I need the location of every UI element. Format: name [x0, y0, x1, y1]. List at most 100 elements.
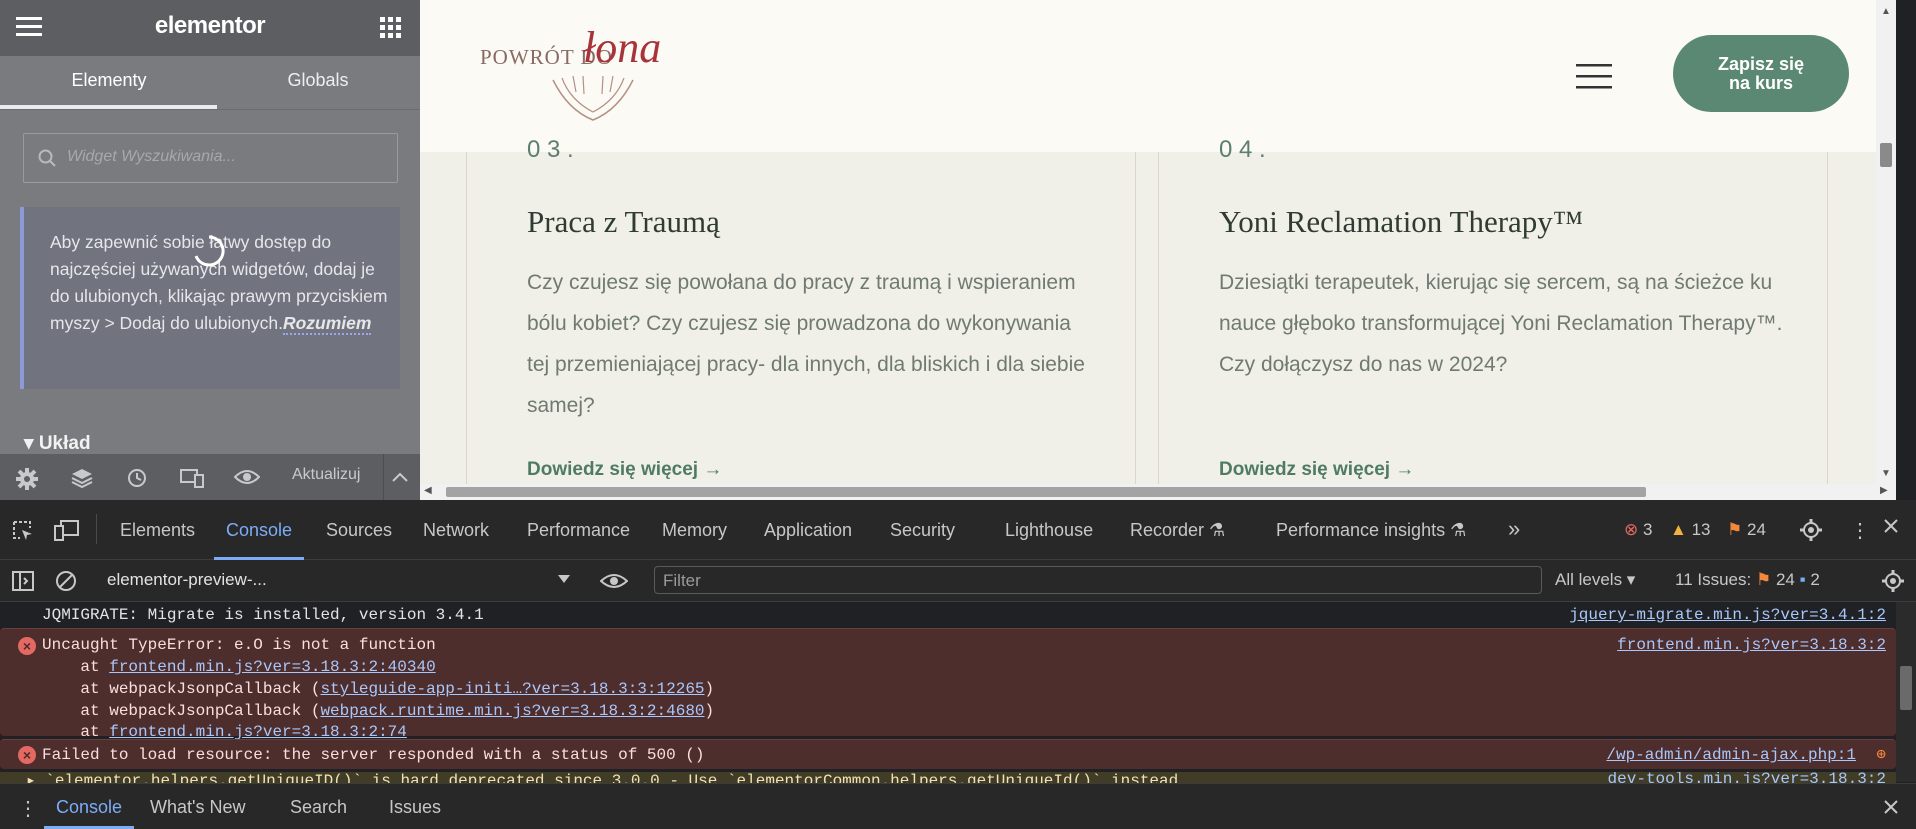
widgets-grid-icon[interactable] — [380, 17, 402, 39]
error-icon: × — [18, 746, 36, 764]
layers-icon[interactable] — [70, 467, 94, 489]
close-icon[interactable] — [1883, 518, 1899, 534]
scroll-down-icon[interactable]: ▼ — [1881, 468, 1891, 479]
devtools-drawer: ⋮ Console What's New Search Issues — [0, 783, 1916, 829]
console-filter-input[interactable]: Filter — [654, 566, 1542, 594]
drawer-tab-whats-new[interactable]: What's New — [150, 797, 245, 818]
tab-network[interactable]: Network — [423, 520, 489, 541]
notice-dismiss-link[interactable]: Rozumiem — [282, 313, 372, 335]
warning-count-value: 13 — [1691, 520, 1711, 539]
update-button[interactable]: Aktualizuj — [292, 466, 360, 484]
footer-divider — [383, 454, 384, 500]
console-settings-gear-icon[interactable] — [1882, 570, 1904, 592]
issues-a-count: 24 — [1775, 570, 1795, 589]
scroll-left-icon[interactable]: ◀ — [424, 485, 432, 496]
more-tabs-icon[interactable]: » — [1508, 516, 1520, 542]
tab-elements[interactable]: Elements — [120, 520, 195, 541]
stack-suffix: ) — [704, 702, 715, 720]
log-source-link[interactable]: jquery-migrate.min.js?ver=3.4.1:2 — [1569, 606, 1886, 624]
tab-recorder[interactable]: Recorder ⚗ — [1130, 520, 1225, 541]
close-drawer-icon[interactable] — [1883, 799, 1899, 815]
context-selector[interactable]: elementor-preview-... — [99, 566, 575, 594]
loading-spinner-icon — [192, 234, 226, 268]
tab-console[interactable]: Console — [226, 520, 292, 541]
tab-globals[interactable]: Globals — [213, 70, 420, 91]
learn-more-link[interactable]: Dowiedz się więcej → — [527, 459, 722, 481]
preview-vertical-scrollbar[interactable]: ▲ ▼ — [1876, 0, 1896, 500]
performance-insights-label: Performance insights — [1276, 520, 1446, 540]
devtools-tabbar: Elements Console Sources Network Perform… — [0, 500, 1916, 560]
settings-gear-icon[interactable] — [16, 468, 38, 490]
sidebar-toggle-icon[interactable] — [12, 571, 34, 591]
issues-b-count: 2 — [1810, 570, 1820, 589]
warning-count[interactable]: ▲ 13 — [1670, 520, 1710, 540]
error-source-link[interactable]: frontend.min.js?ver=3.18.3:2 — [1617, 636, 1886, 654]
card-title: Praca z Traumą — [527, 204, 720, 239]
drawer-tab-console[interactable]: Console — [56, 797, 122, 818]
search-icon — [38, 149, 56, 167]
stack-link[interactable]: webpack.runtime.min.js?ver=3.18.3:2:4680 — [320, 702, 704, 720]
preview-horizontal-scrollbar[interactable]: ◀ ▶ — [420, 484, 1888, 500]
stack-link[interactable]: styleguide-app-initi…?ver=3.18.3:3:12265 — [320, 680, 704, 698]
signup-course-button[interactable]: Zapisz się na kurs — [1673, 35, 1849, 112]
scroll-up-icon[interactable]: ▲ — [1881, 6, 1891, 17]
tab-performance[interactable]: Performance — [527, 520, 630, 541]
network-request-icon[interactable]: ⊕ — [1876, 744, 1886, 764]
drawer-menu-icon[interactable]: ⋮ — [18, 796, 38, 821]
panel-footer: Aktualizuj — [0, 454, 420, 500]
stack-prefix: at — [42, 658, 110, 676]
issues-label: 11 Issues: — [1675, 570, 1752, 589]
tab-application[interactable]: Application — [764, 520, 852, 541]
error-count[interactable]: ⊗ 3 — [1624, 520, 1652, 540]
issues-count-value: 24 — [1746, 520, 1766, 539]
preview-eye-icon[interactable] — [234, 468, 260, 486]
issues-count[interactable]: ⚑ 24 — [1727, 520, 1766, 540]
tab-security[interactable]: Security — [890, 520, 955, 541]
chevron-up-icon[interactable] — [392, 471, 408, 483]
clear-console-icon[interactable] — [55, 570, 77, 592]
console-scrollbar[interactable] — [1896, 602, 1916, 782]
log-levels-dropdown[interactable]: All levels ▾ — [1555, 570, 1635, 590]
error-count-value: 3 — [1642, 520, 1653, 539]
tab-performance-insights[interactable]: Performance insights ⚗ — [1276, 520, 1466, 541]
device-toolbar-icon[interactable] — [54, 520, 80, 542]
layout-section-label[interactable]: ▾ Układ — [24, 432, 91, 455]
issues-summary[interactable]: 11 Issues: ⚑ 24 ▪ 2 — [1675, 570, 1820, 590]
vertical-scroll-thumb[interactable] — [1880, 143, 1892, 167]
stack-frame: at frontend.min.js?ver=3.18.3:2:40340 — [42, 658, 435, 676]
stack-link[interactable]: frontend.min.js?ver=3.18.3:2:40340 — [109, 658, 435, 676]
favorites-notice: Aby zapewnić sobie łatwy dostęp do najcz… — [20, 207, 400, 389]
dropdown-caret-icon — [557, 574, 571, 584]
stack-suffix: ) — [704, 680, 715, 698]
tab-memory[interactable]: Memory — [662, 520, 727, 541]
tab-lighthouse[interactable]: Lighthouse — [1005, 520, 1093, 541]
card-description: Czy czujesz się powołana do pracy z trau… — [527, 271, 1085, 417]
tab-elementy[interactable]: Elementy — [4, 70, 214, 91]
live-expression-eye-icon[interactable] — [600, 572, 628, 590]
inspect-element-icon[interactable] — [12, 520, 34, 542]
drawer-tab-search[interactable]: Search — [290, 797, 347, 818]
learn-more-label: Dowiedz się więcej — [1219, 459, 1391, 480]
error-source-link[interactable]: /wp-admin/admin-ajax.php:1 — [1606, 746, 1856, 764]
drawer-tab-issues[interactable]: Issues — [389, 797, 441, 818]
settings-gear-icon[interactable] — [1800, 519, 1822, 541]
responsive-mode-icon[interactable] — [180, 467, 204, 489]
widget-search-input[interactable]: Widget Wyszukiwania... — [23, 133, 398, 183]
tabbar-divider — [96, 514, 97, 544]
cta-line-2: na kurs — [1728, 73, 1794, 93]
context-value: elementor-preview-... — [107, 570, 267, 589]
history-icon[interactable] — [126, 467, 148, 489]
tab-sources[interactable]: Sources — [326, 520, 392, 541]
kebab-menu-icon[interactable]: ⋮ — [1850, 518, 1870, 543]
service-card-trauma: 0 3 . Praca z Traumą Czy czujesz się pow… — [466, 136, 1136, 497]
cta-line-1: Zapisz się — [1717, 54, 1805, 74]
error-text: Uncaught TypeError: e.O is not a functio… — [42, 636, 436, 654]
issue-flag-icon: ⚑ — [1727, 520, 1743, 539]
arrow-right-icon: → — [703, 459, 723, 480]
horizontal-scroll-thumb[interactable] — [446, 487, 1646, 497]
console-scroll-thumb[interactable] — [1900, 666, 1912, 710]
error-icon: ⊗ — [1624, 520, 1639, 539]
learn-more-link[interactable]: Dowiedz się więcej → — [1219, 459, 1414, 481]
scroll-right-icon[interactable]: ▶ — [1880, 485, 1888, 496]
site-menu-icon[interactable] — [1576, 63, 1612, 89]
